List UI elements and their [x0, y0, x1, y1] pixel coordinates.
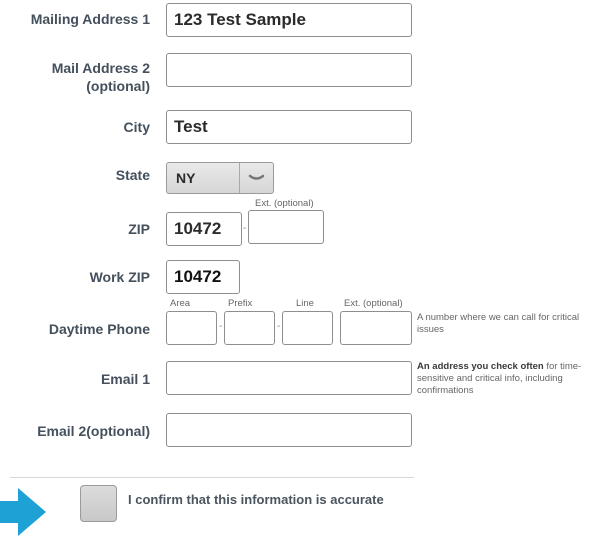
- confirm-checkbox[interactable]: [80, 485, 117, 522]
- email-1-note-bold: An address you check often: [417, 361, 544, 372]
- phone-separator-1: -: [219, 321, 223, 332]
- email-2-input[interactable]: [166, 413, 412, 447]
- mail-address-2-label: Mail Address 2 (optional): [52, 59, 150, 95]
- phone-ext-label: Ext. (optional): [344, 298, 403, 309]
- phone-separator-2: -: [277, 321, 281, 332]
- phone-line-label: Line: [296, 298, 314, 309]
- work-zip-input[interactable]: [166, 260, 240, 294]
- confirm-label: I confirm that this information is accur…: [128, 492, 384, 507]
- zip-separator: -: [243, 223, 247, 234]
- mail-address-2-label-line2: (optional): [86, 78, 150, 94]
- chevron-down-icon[interactable]: [239, 163, 273, 193]
- zip-label: ZIP: [128, 221, 150, 237]
- mailing-address-1-label: Mailing Address 1: [30, 11, 150, 27]
- city-input[interactable]: [166, 110, 412, 144]
- arrow-right-icon: [0, 488, 46, 536]
- state-label: State: [115, 167, 150, 183]
- email-1-note: An address you check often for time-sens…: [417, 361, 589, 397]
- city-label: City: [123, 119, 150, 135]
- email-1-label: Email 1: [100, 371, 150, 387]
- phone-prefix-input[interactable]: [224, 311, 275, 345]
- phone-area-label: Area: [170, 298, 191, 309]
- daytime-phone-note: A number where we can call for critical …: [417, 312, 580, 335]
- email-1-input[interactable]: [166, 361, 412, 395]
- zip-ext-label: Ext. (optional): [255, 198, 314, 209]
- state-select[interactable]: NY: [166, 162, 274, 194]
- state-select-value: NY: [176, 170, 196, 186]
- work-zip-label: Work ZIP: [89, 269, 150, 285]
- phone-line-input[interactable]: [282, 311, 333, 345]
- zip-input[interactable]: [166, 212, 242, 246]
- phone-area-input[interactable]: [166, 311, 217, 345]
- daytime-phone-label: Daytime Phone: [48, 321, 150, 337]
- phone-prefix-label: Prefix: [228, 298, 253, 309]
- divider: [10, 477, 414, 478]
- mailing-address-1-input[interactable]: [166, 3, 412, 37]
- phone-ext-input[interactable]: [340, 311, 412, 345]
- email-2-label: Email 2(optional): [37, 423, 150, 439]
- mail-address-2-label-line1: Mail Address 2: [51, 60, 150, 76]
- zip-ext-input[interactable]: [248, 210, 324, 244]
- mail-address-2-input[interactable]: [166, 53, 412, 87]
